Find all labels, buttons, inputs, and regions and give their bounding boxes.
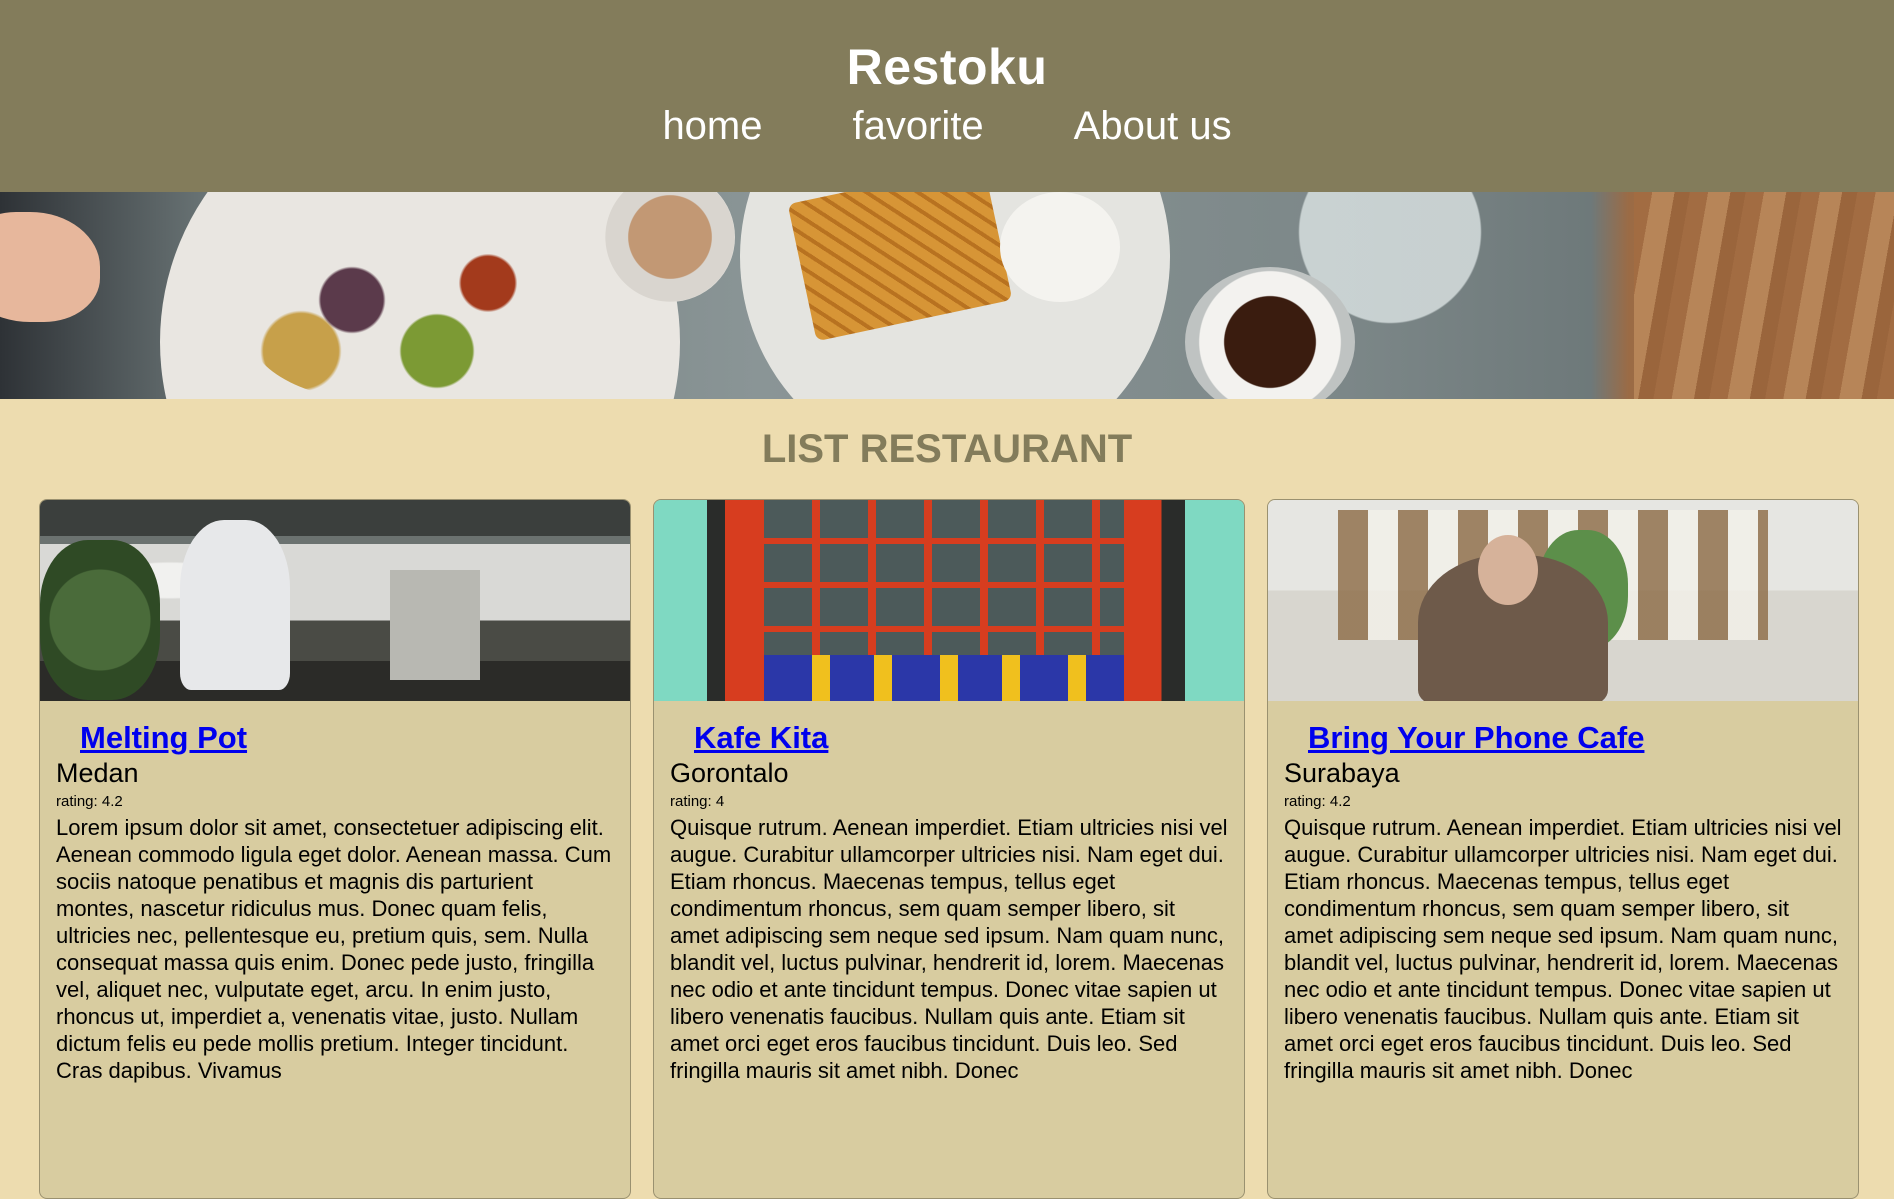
restaurant-name: Melting Pot [80, 720, 614, 756]
restaurant-name: Kafe Kita [694, 720, 1228, 756]
image-coffee-machine [390, 570, 480, 680]
restaurant-description: Quisque rutrum. Aenean imperdiet. Etiam … [1284, 815, 1842, 1083]
restaurant-name-link[interactable]: Kafe Kita [694, 720, 828, 755]
restaurant-description: Lorem ipsum dolor sit amet, consectetuer… [56, 815, 612, 1083]
restaurant-rating: rating: 4 [670, 793, 725, 810]
restaurant-card: Bring Your Phone Cafe Surabaya rating: 4… [1267, 499, 1859, 1199]
restaurant-description: Quisque rutrum. Aenean imperdiet. Etiam … [670, 815, 1228, 1083]
image-plants [40, 540, 160, 700]
image-man-head [1478, 535, 1538, 605]
card-body: Bring Your Phone Cafe Surabaya rating: 4… [1268, 720, 1858, 1084]
main-nav: home favorite About us [0, 104, 1894, 149]
nav-favorite-link[interactable]: favorite [853, 104, 984, 149]
image-window-frame [764, 500, 1124, 660]
restaurant-card: Kafe Kita Gorontalo rating: 4 Quisque ru… [653, 499, 1245, 1199]
nav-about-link[interactable]: About us [1074, 104, 1232, 149]
restaurant-city: Surabaya [1284, 758, 1400, 788]
restaurant-name-link[interactable]: Melting Pot [80, 720, 247, 755]
nav-home-link[interactable]: home [662, 104, 762, 149]
hero-cream [1000, 192, 1120, 302]
hero-food [250, 232, 590, 399]
restaurant-image [40, 500, 630, 701]
restaurant-card: Melting Pot Medan rating: 4.2 Lorem ipsu… [39, 499, 631, 1199]
restaurant-name-link[interactable]: Bring Your Phone Cafe [1308, 720, 1644, 755]
restaurant-rating: rating: 4.2 [1284, 793, 1351, 810]
restaurant-city: Medan [56, 758, 139, 788]
restaurant-city: Gorontalo [670, 758, 789, 788]
restaurant-image [1268, 500, 1858, 701]
hero-hand [0, 212, 100, 322]
hero-wood-table [1634, 192, 1894, 399]
card-body: Kafe Kita Gorontalo rating: 4 Quisque ru… [654, 720, 1244, 1084]
restaurant-image [654, 500, 1244, 701]
restaurant-rating: rating: 4.2 [56, 793, 123, 810]
card-body: Melting Pot Medan rating: 4.2 Lorem ipsu… [40, 720, 630, 1084]
image-barista [180, 520, 290, 690]
brand-title: Restoku [846, 39, 1048, 95]
restaurant-name: Bring Your Phone Cafe [1308, 720, 1842, 756]
hero-image [0, 192, 1894, 399]
image-colored-panels [764, 655, 1124, 701]
restaurant-list: Melting Pot Medan rating: 4.2 Lorem ipsu… [39, 499, 1859, 1199]
site-header: Restoku home favorite About us [0, 0, 1894, 192]
section-title: LIST RESTAURANT [761, 427, 1133, 471]
